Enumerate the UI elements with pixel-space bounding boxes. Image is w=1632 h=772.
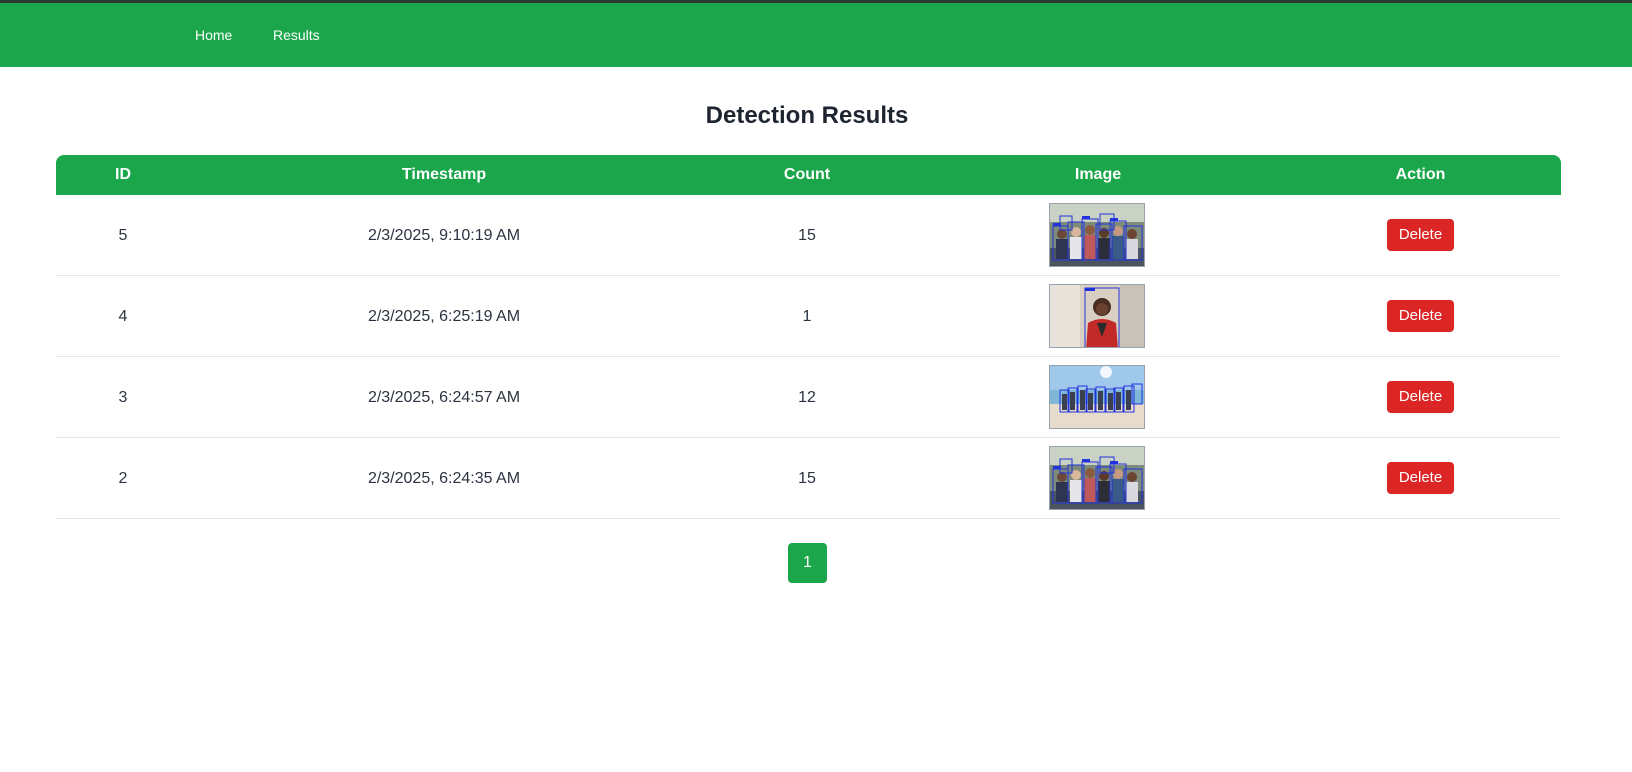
cell-count: 15 xyxy=(798,227,816,244)
delete-button[interactable]: Delete xyxy=(1387,219,1454,251)
delete-button[interactable]: Delete xyxy=(1387,300,1454,332)
header-image: Image xyxy=(1074,166,1122,183)
cell-timestamp: 2/3/2025, 6:24:35 AM xyxy=(367,470,521,487)
detection-thumbnail[interactable] xyxy=(1049,203,1145,267)
table-row: 4 2/3/2025, 6:25:19 AM 1 Delete xyxy=(56,276,1561,357)
cell-id: 5 xyxy=(118,227,128,244)
cell-count: 15 xyxy=(798,470,816,487)
nav-home-link[interactable]: Home xyxy=(195,27,232,43)
pagination-page-button[interactable]: 1 xyxy=(788,543,827,583)
cell-count: 1 xyxy=(802,308,812,325)
table-row: 5 2/3/2025, 9:10:19 AM 15 Delete xyxy=(56,195,1561,276)
header-action: Action xyxy=(1395,166,1446,183)
table-header: ID Timestamp Count Image Action xyxy=(56,155,1561,195)
delete-button[interactable]: Delete xyxy=(1387,462,1454,494)
table-row: 2 2/3/2025, 6:24:35 AM 15 Delete xyxy=(56,438,1561,519)
cell-id: 4 xyxy=(118,308,128,325)
table-row: 3 2/3/2025, 6:24:57 AM 12 Delete xyxy=(56,357,1561,438)
cell-timestamp: 2/3/2025, 6:24:57 AM xyxy=(367,389,521,406)
delete-button[interactable]: Delete xyxy=(1387,381,1454,413)
navbar: Home Results xyxy=(0,3,1632,67)
cell-id: 3 xyxy=(118,389,128,406)
detection-thumbnail[interactable] xyxy=(1049,365,1145,429)
cell-timestamp: 2/3/2025, 6:25:19 AM xyxy=(367,308,521,325)
detection-thumbnail[interactable] xyxy=(1049,446,1145,510)
header-id: ID xyxy=(115,166,131,183)
detection-thumbnail[interactable] xyxy=(1049,284,1145,348)
nav-results-link[interactable]: Results xyxy=(273,27,320,43)
header-count: Count xyxy=(783,166,831,183)
cell-timestamp: 2/3/2025, 9:10:19 AM xyxy=(367,227,521,244)
cell-count: 12 xyxy=(798,389,816,406)
page-title: Detection Results xyxy=(705,102,909,129)
header-timestamp: Timestamp xyxy=(401,166,487,183)
results-table: ID Timestamp Count Image Action 5 2/3/20… xyxy=(56,155,1561,519)
cell-id: 2 xyxy=(118,470,128,487)
